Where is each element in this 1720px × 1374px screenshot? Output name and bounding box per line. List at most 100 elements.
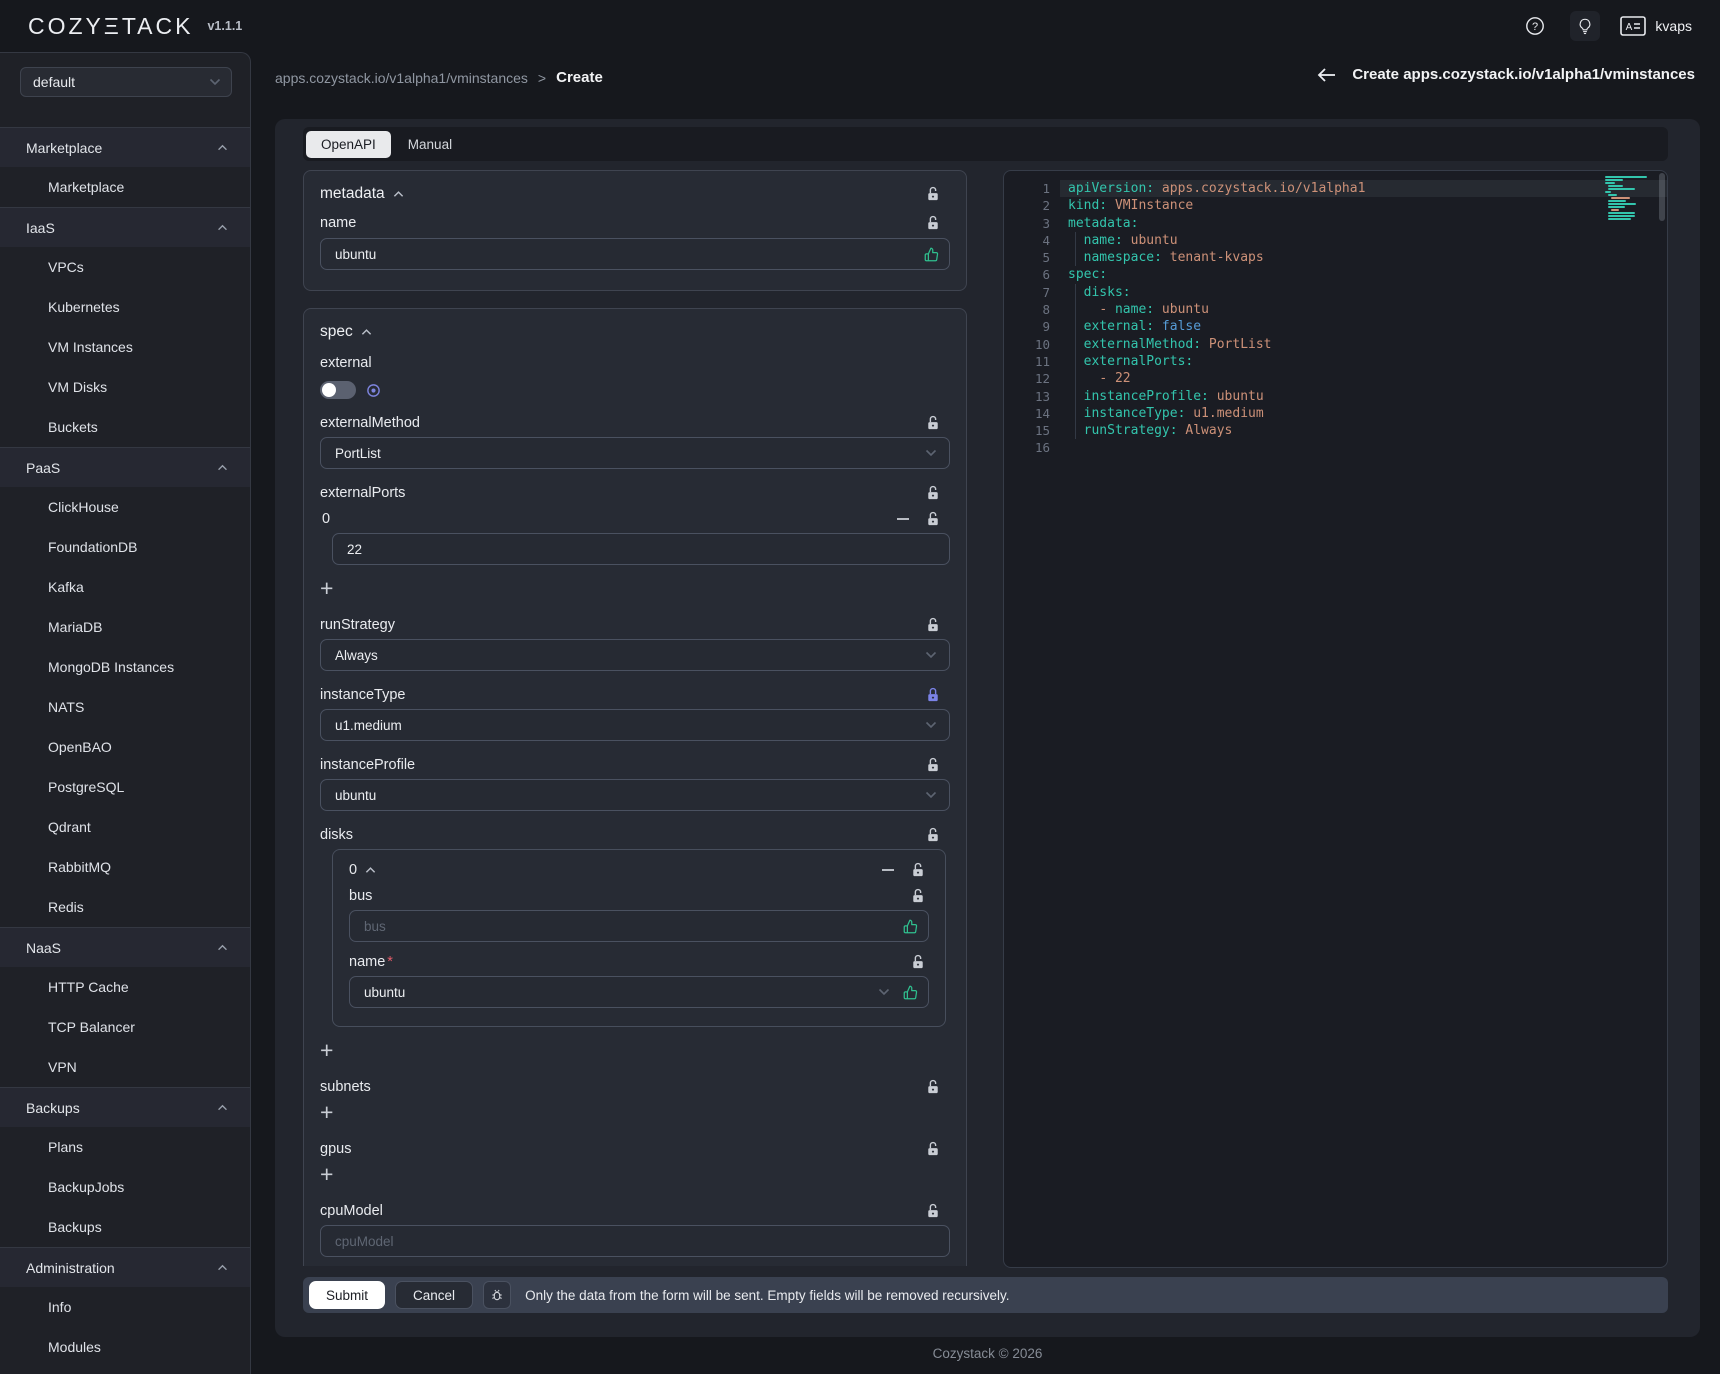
namespace-select[interactable]: default	[20, 67, 232, 97]
code-line[interactable]: kind: VMInstance	[1004, 197, 1667, 214]
sidebar-item-vpcs[interactable]: VPCs	[0, 247, 250, 287]
sidebar-section-administration[interactable]: Administration	[0, 1247, 250, 1287]
runStrategy-select[interactable]: Always	[320, 639, 950, 671]
back-arrow-icon[interactable]	[1316, 67, 1336, 83]
editor-code[interactable]: apiVersion: apps.cozystack.io/v1alpha1ki…	[1004, 180, 1667, 457]
code-line[interactable]: name: ubuntu	[1004, 232, 1667, 249]
sidebar-item-info[interactable]: Info	[0, 1287, 250, 1327]
sidebar-item-backups[interactable]: Backups	[0, 1207, 250, 1247]
code-line[interactable]: instanceProfile: ubuntu	[1004, 388, 1667, 405]
unlock-icon[interactable]	[926, 215, 940, 231]
reset-default-icon[interactable]	[366, 383, 381, 398]
sidebar-item-postgresql[interactable]: PostgreSQL	[0, 767, 250, 807]
bus-input[interactable]	[364, 919, 859, 934]
code-line[interactable]: - 22	[1004, 370, 1667, 387]
user-menu[interactable]: A kvaps	[1620, 16, 1692, 36]
externalPorts-input[interactable]	[347, 542, 876, 557]
editor-scrollbar[interactable]	[1659, 173, 1665, 221]
instanceProfile-select[interactable]: ubuntu	[320, 779, 950, 811]
unlock-icon[interactable]	[926, 1203, 940, 1219]
remove-item-icon[interactable]	[896, 512, 910, 526]
disks-add-button[interactable]: +	[320, 1039, 346, 1063]
unlock-icon[interactable]	[926, 1141, 940, 1157]
externalPorts-add-button[interactable]: +	[320, 577, 346, 601]
code-line[interactable]: apiVersion: apps.cozystack.io/v1alpha1	[1004, 180, 1667, 197]
unlock-icon[interactable]	[911, 954, 925, 970]
debug-button[interactable]	[483, 1281, 511, 1309]
remove-item-icon[interactable]	[881, 863, 895, 877]
code-line[interactable]: externalMethod: PortList	[1004, 336, 1667, 353]
thumbs-up-icon[interactable]	[924, 247, 939, 262]
sidebar-item-mongodb-instances[interactable]: MongoDB Instances	[0, 647, 250, 687]
tab-manual[interactable]: Manual	[393, 131, 467, 158]
sidebar-item-modules[interactable]: Modules	[0, 1327, 250, 1367]
editor-minimap[interactable]	[1605, 176, 1651, 224]
subnets-add-button[interactable]: +	[320, 1101, 346, 1125]
sidebar-section-marketplace[interactable]: Marketplace	[0, 127, 250, 167]
sidebar-item-kafka[interactable]: Kafka	[0, 567, 250, 607]
collapse-caret-icon[interactable]	[361, 328, 372, 336]
sidebar-item-foundationdb[interactable]: FoundationDB	[0, 527, 250, 567]
unlock-icon[interactable]	[911, 888, 925, 904]
unlock-icon[interactable]	[926, 186, 940, 202]
collapse-caret-icon[interactable]	[365, 866, 376, 874]
code-line[interactable]	[1004, 439, 1667, 456]
sidebar-item-vpn[interactable]: VPN	[0, 1047, 250, 1087]
sidebar-section-iaas[interactable]: IaaS	[0, 207, 250, 247]
sidebar-section-paas[interactable]: PaaS	[0, 447, 250, 487]
sidebar-item-buckets[interactable]: Buckets	[0, 407, 250, 447]
metadata-section-header[interactable]: metadata	[320, 185, 404, 203]
code-line[interactable]: disks:	[1004, 284, 1667, 301]
code-line[interactable]: instanceType: u1.medium	[1004, 405, 1667, 422]
code-line[interactable]: externalPorts:	[1004, 353, 1667, 370]
sidebar-item-kubernetes[interactable]: Kubernetes	[0, 287, 250, 327]
sidebar-item-mariadb[interactable]: MariaDB	[0, 607, 250, 647]
external-toggle[interactable]	[320, 381, 356, 399]
help-button[interactable]: ?	[1520, 11, 1550, 41]
sidebar-item-plans[interactable]: Plans	[0, 1127, 250, 1167]
cpuModel-input[interactable]	[335, 1234, 875, 1249]
sidebar-item-qdrant[interactable]: Qdrant	[0, 807, 250, 847]
gpus-add-button[interactable]: +	[320, 1163, 346, 1187]
code-line[interactable]: namespace: tenant-kvaps	[1004, 249, 1667, 266]
tab-openapi[interactable]: OpenAPI	[306, 131, 391, 158]
sidebar-item-vm-instances[interactable]: VM Instances	[0, 327, 250, 367]
code-line[interactable]: - name: ubuntu	[1004, 301, 1667, 318]
sidebar-item-http-cache[interactable]: HTTP Cache	[0, 967, 250, 1007]
sidebar-item-marketplace[interactable]: Marketplace	[0, 167, 250, 207]
cancel-button[interactable]: Cancel	[395, 1281, 473, 1309]
instanceType-select[interactable]: u1.medium	[320, 709, 950, 741]
sidebar-item-nats[interactable]: NATS	[0, 687, 250, 727]
spec-section-header[interactable]: spec	[320, 323, 950, 341]
unlock-icon[interactable]	[926, 1079, 940, 1095]
sidebar-item-tcp-balancer[interactable]: TCP Balancer	[0, 1007, 250, 1047]
unlock-icon[interactable]	[926, 511, 940, 527]
lock-icon[interactable]	[926, 687, 940, 703]
sidebar-section-backups[interactable]: Backups	[0, 1087, 250, 1127]
unlock-icon[interactable]	[926, 617, 940, 633]
submit-button[interactable]: Submit	[309, 1281, 385, 1309]
unlock-icon[interactable]	[926, 827, 940, 843]
unlock-icon[interactable]	[911, 862, 925, 878]
sidebar-item-rabbitmq[interactable]: RabbitMQ	[0, 847, 250, 887]
unlock-icon[interactable]	[926, 485, 940, 501]
unlock-icon[interactable]	[926, 757, 940, 773]
externalMethod-select[interactable]: PortList	[320, 437, 950, 469]
sidebar-item-clickhouse[interactable]: ClickHouse	[0, 487, 250, 527]
breadcrumb-path[interactable]: apps.cozystack.io/v1alpha1/vminstances	[275, 70, 528, 86]
sidebar-item-backupjobs[interactable]: BackupJobs	[0, 1167, 250, 1207]
code-line[interactable]: spec:	[1004, 266, 1667, 283]
thumbs-up-icon[interactable]	[903, 919, 918, 934]
thumbs-up-icon[interactable]	[903, 985, 918, 1000]
code-line[interactable]: runStrategy: Always	[1004, 422, 1667, 439]
code-line[interactable]: metadata:	[1004, 215, 1667, 232]
name-input[interactable]	[335, 247, 875, 262]
sidebar-item-redis[interactable]: Redis	[0, 887, 250, 927]
yaml-editor[interactable]: 12345678910111213141516 apiVersion: apps…	[1003, 170, 1668, 1268]
sidebar-section-naas[interactable]: NaaS	[0, 927, 250, 967]
sidebar-item-openbao[interactable]: OpenBAO	[0, 727, 250, 767]
code-line[interactable]: external: false	[1004, 318, 1667, 335]
collapse-caret-icon[interactable]	[393, 190, 404, 198]
disk-name-select[interactable]: ubuntu	[349, 976, 929, 1008]
theme-toggle-button[interactable]	[1570, 11, 1600, 41]
